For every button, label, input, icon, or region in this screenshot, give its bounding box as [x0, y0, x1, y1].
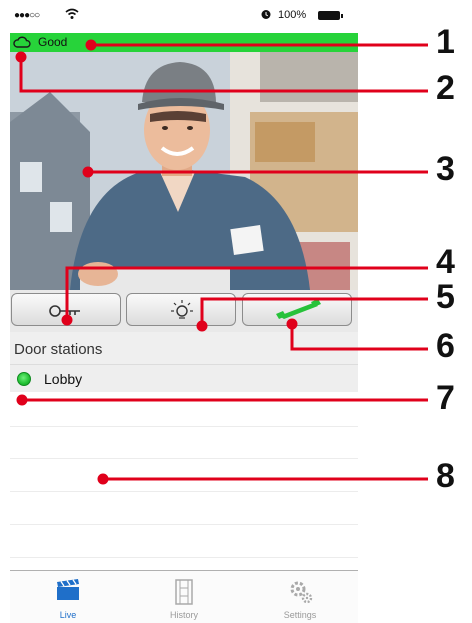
key-icon [49, 305, 80, 317]
cloud-icon [13, 36, 31, 48]
list-divider [10, 524, 358, 525]
unlock-door-button[interactable] [11, 293, 121, 326]
door-station-item[interactable]: Lobby [10, 364, 358, 392]
handset-icon [276, 299, 321, 319]
callout-number-5: 5 [436, 278, 455, 316]
video-frame-illustration [10, 52, 358, 290]
light-button[interactable] [126, 293, 236, 326]
connection-status-bar: Good [10, 33, 358, 52]
door-stations-title: Door stations [14, 341, 103, 358]
callout-number-4: 4 [436, 243, 455, 281]
clapperboard-icon [57, 579, 79, 600]
lightbulb-icon [171, 300, 193, 319]
callout-number-3: 3 [436, 150, 455, 188]
tab-settings-label: Settings [283, 610, 317, 620]
callout-number-6: 6 [436, 327, 455, 365]
callout-number-2: 2 [436, 69, 455, 107]
battery-icon [318, 11, 343, 20]
station-online-indicator [17, 372, 31, 386]
list-divider [10, 557, 358, 558]
app-screen: ●●●○○ 100% Good Door stations Lobby Live… [10, 0, 358, 623]
film-strip-icon [175, 579, 193, 605]
callout-number-7: 7 [436, 379, 455, 417]
answer-call-button[interactable] [242, 293, 352, 326]
live-video-feed[interactable] [10, 52, 358, 290]
connection-quality-label: Good [38, 35, 68, 49]
alarm-clock-icon [260, 8, 272, 23]
door-station-name: Lobby [44, 371, 83, 387]
list-divider [10, 426, 358, 427]
wifi-icon [65, 8, 79, 23]
callout-number-8: 8 [436, 457, 455, 495]
tab-settings[interactable]: Settings [242, 571, 358, 623]
status-bar: ●●●○○ 100% [10, 0, 358, 32]
gears-icon [290, 581, 313, 604]
tab-history[interactable]: History [126, 571, 242, 623]
door-stations-header: Door stations [10, 332, 358, 364]
tab-live[interactable]: Live [10, 571, 126, 623]
battery-percentage: 100% [278, 9, 307, 21]
list-divider [10, 491, 358, 492]
tab-bar: Live History Settings [10, 570, 358, 623]
tab-history-label: History [169, 610, 198, 620]
list-divider [10, 458, 358, 459]
callout-number-1: 1 [436, 23, 455, 61]
signal-strength-icon: ●●●○○ [14, 10, 40, 21]
door-controls [10, 290, 358, 332]
tab-live-label: Live [59, 610, 77, 620]
